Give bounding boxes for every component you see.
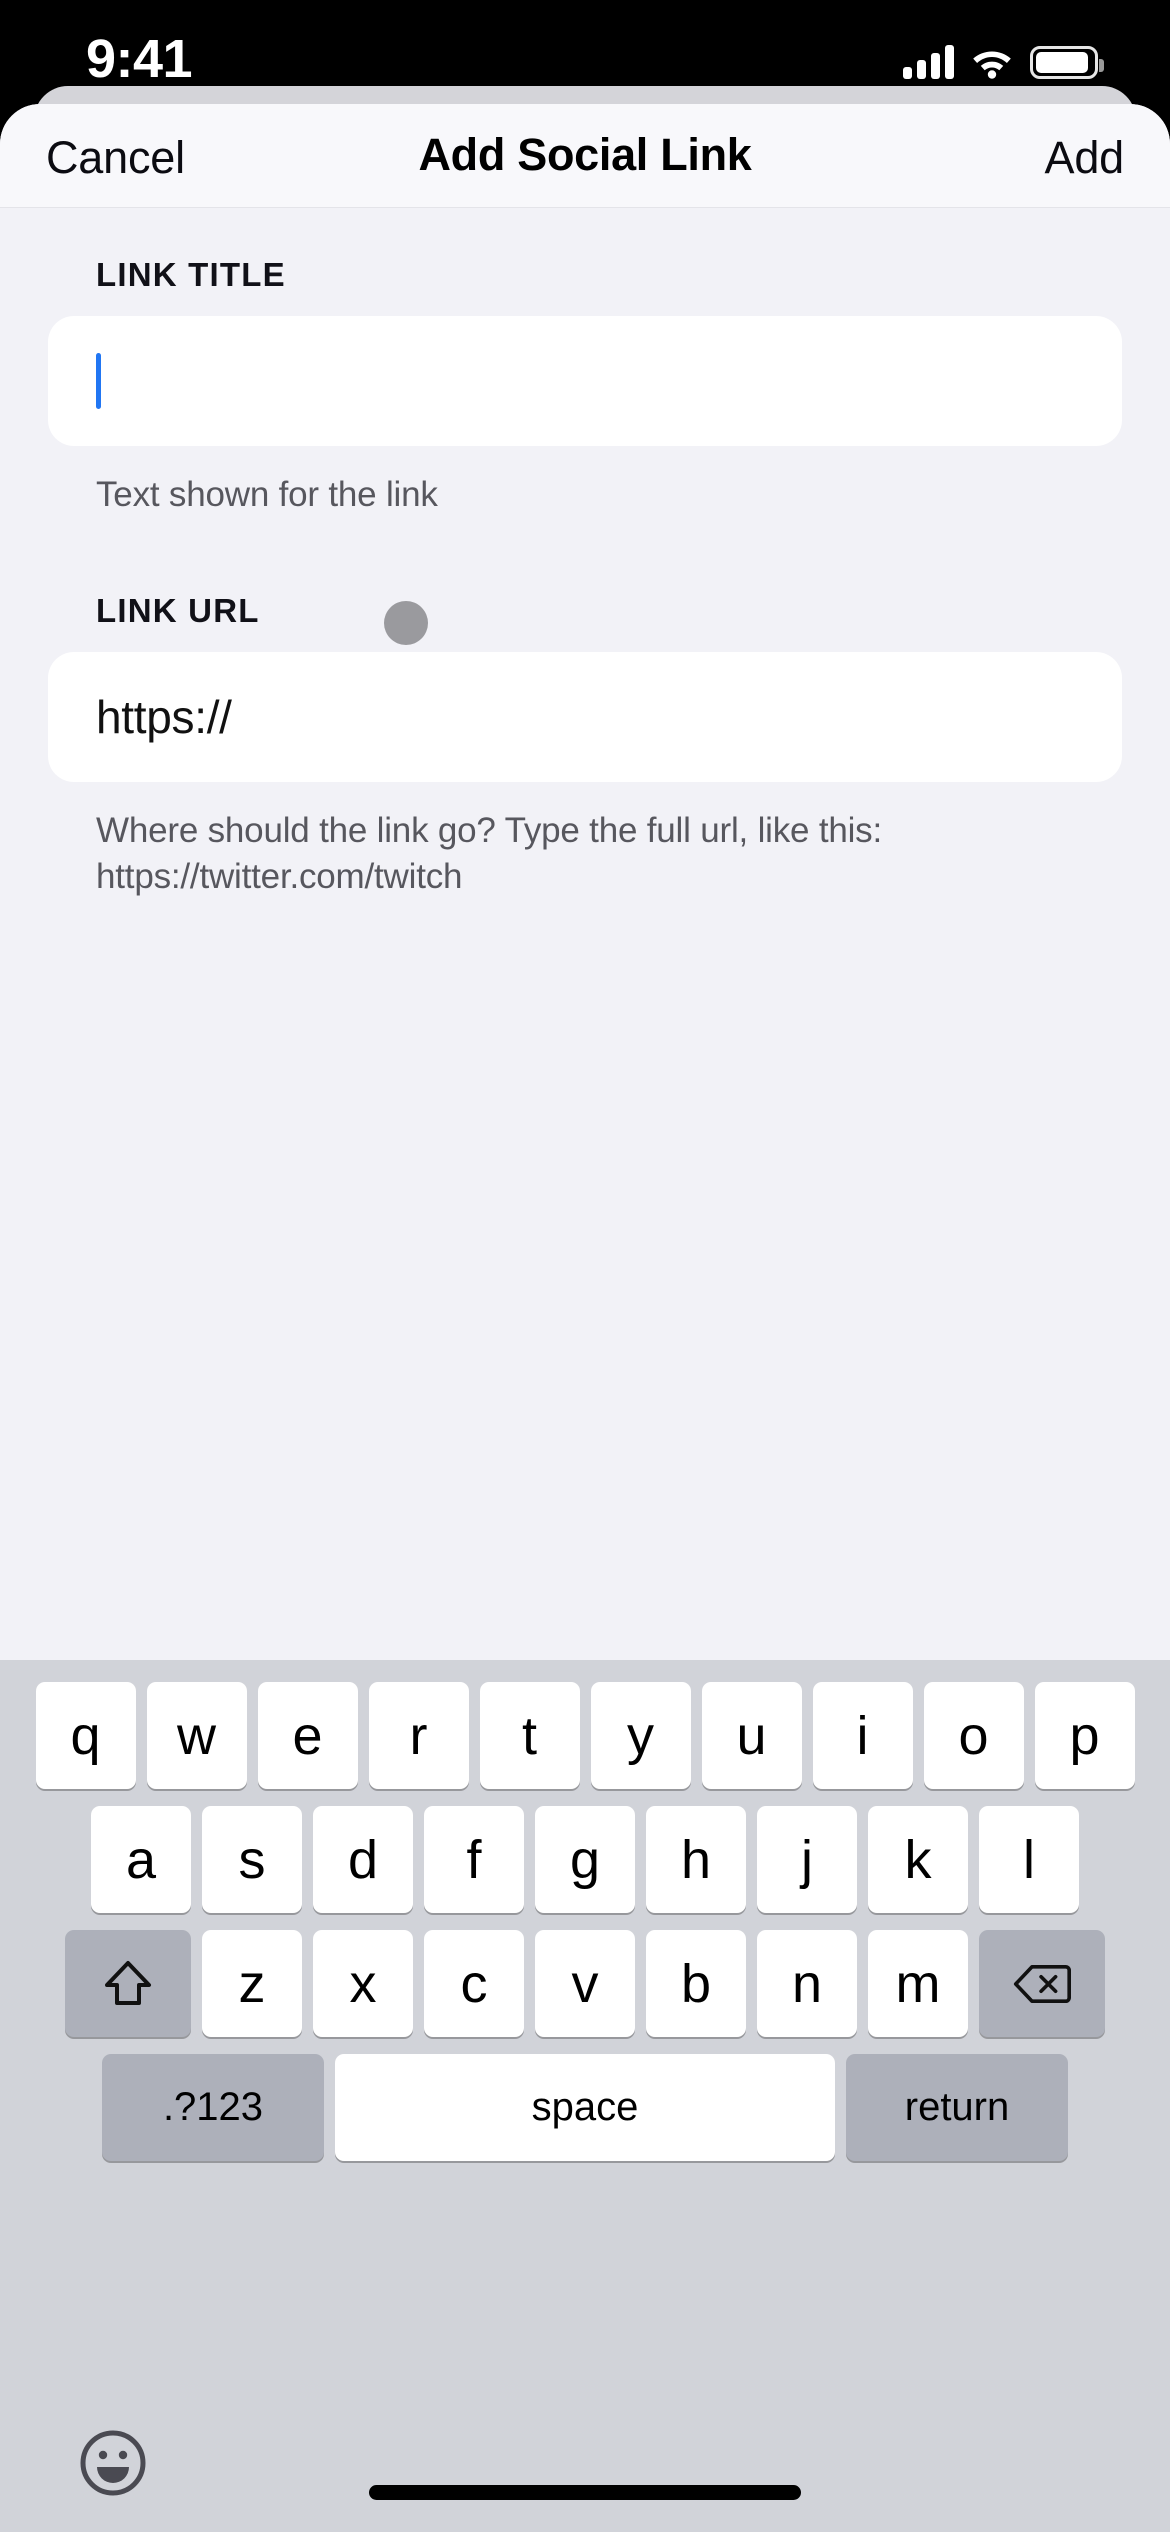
key-h[interactable]: h bbox=[646, 1806, 746, 1913]
key-t[interactable]: t bbox=[479, 1682, 580, 1789]
page-title: Add Social Link bbox=[418, 129, 752, 180]
wifi-icon bbox=[970, 45, 1014, 79]
key-j[interactable]: j bbox=[757, 1806, 857, 1913]
text-caret-icon bbox=[96, 353, 101, 409]
numbers-key[interactable]: .?123 bbox=[102, 2054, 324, 2161]
key-f[interactable]: f bbox=[424, 1806, 524, 1913]
key-z[interactable]: z bbox=[202, 1930, 302, 2037]
key-i[interactable]: i bbox=[812, 1682, 913, 1789]
key-v[interactable]: v bbox=[535, 1930, 635, 2037]
link-title-input[interactable] bbox=[48, 316, 1122, 446]
key-l[interactable]: l bbox=[979, 1806, 1079, 1913]
key-d[interactable]: d bbox=[313, 1806, 413, 1913]
cellular-bars-icon bbox=[903, 45, 954, 79]
key-u[interactable]: u bbox=[701, 1682, 802, 1789]
on-screen-keyboard: q w e r t y u i o p a s d f g h j k l z … bbox=[0, 1660, 1170, 2532]
battery-icon bbox=[1030, 45, 1104, 79]
social-link-form: LINK TITLE Text shown for the link LINK … bbox=[0, 208, 1170, 901]
key-o[interactable]: o bbox=[923, 1682, 1024, 1789]
add-social-link-sheet: Cancel Add Social Link Add LINK TITLE Te… bbox=[0, 104, 1170, 2532]
key-w[interactable]: w bbox=[146, 1682, 247, 1789]
keyboard-row-1: q w e r t y u i o p bbox=[0, 1660, 1170, 1789]
link-url-label: LINK URL bbox=[96, 592, 260, 630]
emoji-smiley-icon[interactable] bbox=[78, 2428, 148, 2498]
key-g[interactable]: g bbox=[535, 1806, 635, 1913]
key-x[interactable]: x bbox=[313, 1930, 413, 2037]
shift-key[interactable] bbox=[65, 1930, 191, 2037]
navigation-bar: Cancel Add Social Link Add bbox=[0, 104, 1170, 208]
key-s[interactable]: s bbox=[202, 1806, 302, 1913]
key-k[interactable]: k bbox=[868, 1806, 968, 1913]
keyboard-row-2: a s d f g h j k l bbox=[0, 1789, 1170, 1913]
home-indicator bbox=[369, 2485, 801, 2500]
phone-screen: 9:41 Cancel Add Social Link Add LINK TIT… bbox=[0, 0, 1170, 2532]
status-bar-indicators bbox=[903, 38, 1104, 86]
add-button[interactable]: Add bbox=[1045, 132, 1125, 184]
key-c[interactable]: c bbox=[424, 1930, 524, 2037]
link-url-help-text: Where should the link go? Type the full … bbox=[96, 811, 883, 897]
link-title-label: LINK TITLE bbox=[96, 256, 286, 293]
key-b[interactable]: b bbox=[646, 1930, 746, 2037]
status-bar-time: 9:41 bbox=[86, 29, 193, 89]
key-r[interactable]: r bbox=[368, 1682, 469, 1789]
key-a[interactable]: a bbox=[91, 1806, 191, 1913]
key-y[interactable]: y bbox=[590, 1682, 691, 1789]
keyboard-row-3: z x c v b n m bbox=[0, 1913, 1170, 2037]
return-key[interactable]: return bbox=[846, 2054, 1068, 2161]
key-e[interactable]: e bbox=[257, 1682, 358, 1789]
key-p[interactable]: p bbox=[1034, 1682, 1135, 1789]
touch-cursor-indicator bbox=[384, 601, 428, 645]
key-m[interactable]: m bbox=[868, 1930, 968, 2037]
space-key[interactable]: space bbox=[335, 2054, 835, 2161]
link-url-value: https:// bbox=[96, 691, 232, 744]
keyboard-row-4: .?123 space return bbox=[0, 2037, 1170, 2161]
backspace-key[interactable] bbox=[979, 1930, 1105, 2037]
key-n[interactable]: n bbox=[757, 1930, 857, 2037]
link-url-input[interactable]: https:// bbox=[48, 652, 1122, 783]
key-q[interactable]: q bbox=[35, 1682, 136, 1789]
link-title-help-text: Text shown for the link bbox=[96, 475, 438, 514]
